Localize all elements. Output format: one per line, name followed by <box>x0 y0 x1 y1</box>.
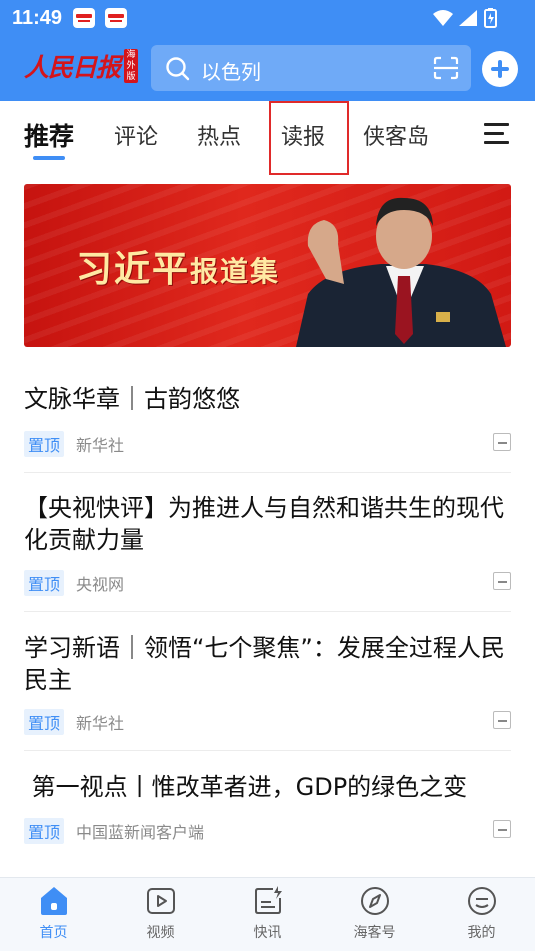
nav-flash-news[interactable]: 快讯 <box>214 878 321 951</box>
article-item[interactable]: 【央视快评】为推进人与自然和谐共生的现代化贡献力量 置顶 央视网 <box>24 492 511 596</box>
article-meta: 置顶 央视网 <box>24 570 124 596</box>
signal-icon <box>459 10 477 26</box>
add-button[interactable] <box>482 51 518 87</box>
article-source: 新华社 <box>76 436 125 455</box>
article-title[interactable]: 第一视点丨惟改革者进，GDP的绿色之变 <box>24 771 511 803</box>
search-placeholder: 以色列 <box>201 60 261 84</box>
nav-profile[interactable]: 我的 <box>428 878 535 951</box>
profile-icon <box>468 887 496 915</box>
article-item[interactable]: 文脉华章｜古韵悠悠 置顶 新华社 <box>24 383 511 457</box>
dismiss-icon[interactable] <box>493 433 511 451</box>
banner-portrait <box>296 197 506 347</box>
nav-label: 快讯 <box>253 925 282 941</box>
video-icon <box>147 888 175 914</box>
dismiss-icon[interactable] <box>493 711 511 729</box>
article-title[interactable]: 【央视快评】为推进人与自然和谐共生的现代化贡献力量 <box>24 492 511 556</box>
tab-hot[interactable]: 热点 <box>197 119 241 151</box>
search-bar[interactable]: 以色列 <box>151 45 471 91</box>
highlight-box <box>269 101 349 175</box>
nav-haikehao[interactable]: 海客号 <box>321 878 428 951</box>
pinned-tag: 置顶 <box>24 709 65 735</box>
pinned-tag: 置顶 <box>24 818 65 844</box>
dismiss-icon[interactable] <box>493 572 511 590</box>
bottom-navigation: 首页 视频 快讯 海客号 我的 <box>0 877 535 951</box>
article-meta: 置顶 中国蓝新闻客户端 <box>24 818 204 844</box>
app-header: 人民日报 海外版 以色列 <box>0 36 535 101</box>
article-source: 央视网 <box>76 575 125 594</box>
wifi-icon <box>433 10 453 26</box>
article-title[interactable]: 文脉华章｜古韵悠悠 <box>24 383 511 415</box>
banner[interactable]: 习近平报道集 <box>24 184 511 347</box>
scan-icon[interactable] <box>433 56 459 80</box>
notification-icon <box>105 8 127 28</box>
search-icon <box>166 57 190 81</box>
tab-commentary[interactable]: 评论 <box>114 119 158 151</box>
divider <box>24 611 511 612</box>
screen: 11:49 人民日报 海外版 以色列 推荐 评论 热点 读报 侠客岛 习近平报道… <box>0 0 535 951</box>
banner-title: 习近平报道集 <box>76 248 281 290</box>
article-item[interactable]: 第一视点丨惟改革者进，GDP的绿色之变 置顶 中国蓝新闻客户端 <box>24 771 511 844</box>
status-icons <box>433 8 497 28</box>
nav-label: 我的 <box>467 925 496 941</box>
compass-icon <box>361 887 389 915</box>
logo-badge: 海外版 <box>124 49 139 83</box>
flash-news-icon <box>255 886 282 914</box>
pinned-tag: 置顶 <box>24 570 65 596</box>
status-bar: 11:49 <box>0 0 535 36</box>
channel-tabs: 推荐 评论 热点 读报 侠客岛 <box>0 101 535 171</box>
menu-icon[interactable] <box>484 123 509 150</box>
nav-label: 首页 <box>39 925 68 941</box>
article-item[interactable]: 学习新语｜领悟“七个聚焦”：发展全过程人民民主 置顶 新华社 <box>24 632 511 735</box>
notification-icon <box>73 8 95 28</box>
pinned-tag: 置顶 <box>24 431 65 457</box>
nav-home[interactable]: 首页 <box>0 878 107 951</box>
app-logo: 人民日报 海外版 <box>24 46 139 86</box>
divider <box>24 750 511 751</box>
home-icon <box>41 887 67 915</box>
dismiss-icon[interactable] <box>493 820 511 838</box>
article-meta: 置顶 新华社 <box>24 431 124 457</box>
tab-xiakedao[interactable]: 侠客岛 <box>363 119 429 151</box>
article-source: 中国蓝新闻客户端 <box>76 823 205 842</box>
article-title[interactable]: 学习新语｜领悟“七个聚焦”：发展全过程人民民主 <box>24 632 511 696</box>
status-time: 11:49 <box>12 7 63 29</box>
active-tab-indicator <box>33 156 65 160</box>
article-meta: 置顶 新华社 <box>24 709 124 735</box>
divider <box>24 472 511 473</box>
nav-video[interactable]: 视频 <box>107 878 214 951</box>
nav-label: 海客号 <box>353 925 396 941</box>
tab-recommend[interactable]: 推荐 <box>24 117 74 153</box>
article-source: 新华社 <box>76 714 125 733</box>
logo-text: 人民日报 <box>24 53 121 82</box>
nav-label: 视频 <box>146 925 175 941</box>
